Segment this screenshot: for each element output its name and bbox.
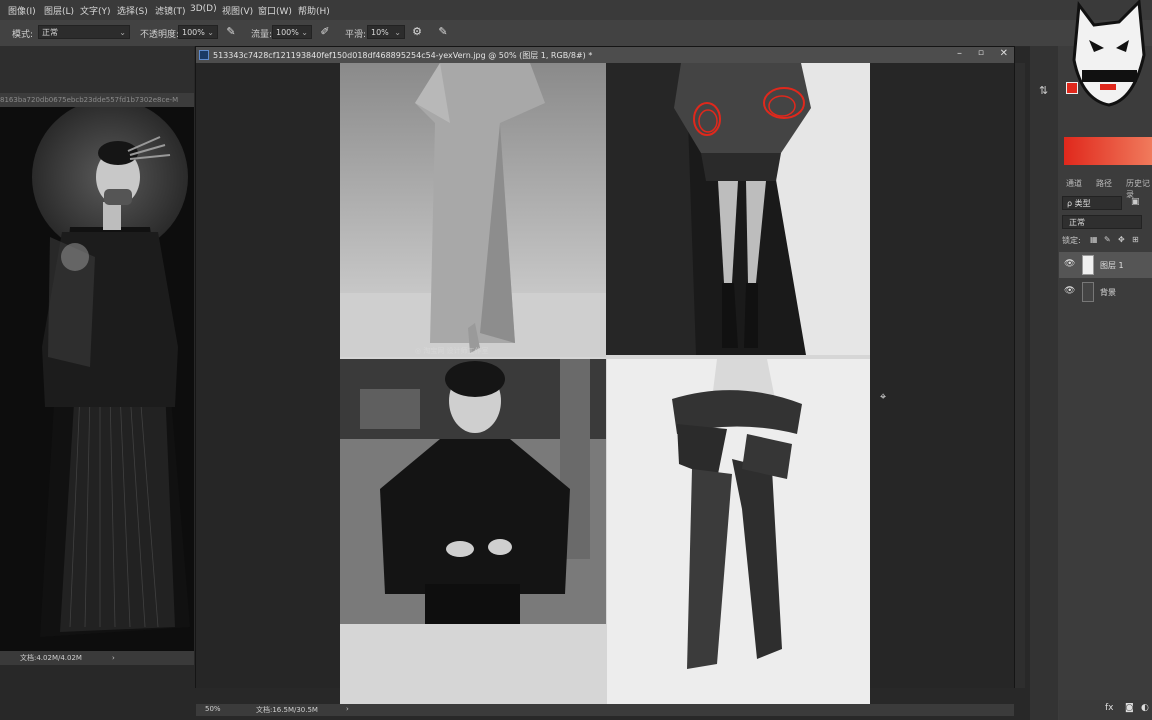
gear-icon[interactable]: ⚙ bbox=[410, 25, 424, 39]
pressure-size-icon[interactable]: ✎ bbox=[436, 25, 450, 39]
runway-bomber-illustration bbox=[606, 63, 870, 355]
flow-label: 流量: bbox=[251, 30, 273, 40]
flow-field[interactable]: 100% ⌄ bbox=[272, 25, 312, 39]
left-status-text: 文档:4.02M/4.02M bbox=[20, 654, 82, 662]
layer-name: 图层 1 bbox=[1100, 261, 1124, 270]
adjust-icon[interactable]: ⇅ bbox=[1039, 84, 1048, 97]
eye-icon[interactable]: 👁 bbox=[1064, 259, 1075, 269]
menu-layer[interactable]: 图层(L) bbox=[44, 4, 74, 17]
photo-watermark: ◎ 淘宝网 设计师工作室 bbox=[415, 347, 489, 355]
layer-row[interactable]: 👁 图层 1 bbox=[1059, 252, 1152, 278]
photo-fur-cape bbox=[340, 359, 606, 624]
chevron-right-icon[interactable]: › bbox=[346, 705, 349, 713]
opacity-label: 不透明度: bbox=[140, 30, 180, 40]
options-bar: 模式: 正常 ⌄ 不透明度: 100% ⌄ ✎ 流量: 100% ⌄ ✐ 平滑: 10… bbox=[0, 20, 1152, 47]
layer-thumbnail bbox=[1082, 282, 1094, 302]
fx-icon[interactable]: fx bbox=[1105, 703, 1114, 713]
opacity-value: 100% bbox=[182, 28, 205, 37]
chevron-down-icon: ⌄ bbox=[119, 28, 126, 37]
doc-size-status: 文档:16.5M/30.5M bbox=[256, 706, 318, 714]
runway-model-illustration bbox=[0, 107, 194, 651]
chevron-down-icon: ⌄ bbox=[301, 28, 308, 37]
menu-image[interactable]: 图像(I) bbox=[8, 4, 36, 17]
color-ramp[interactable] bbox=[1064, 137, 1152, 165]
menu-select[interactable]: 选择(S) bbox=[117, 4, 148, 17]
flow-value: 100% bbox=[276, 28, 299, 37]
main-document-titlebar[interactable]: 513343c7428cf121193840fef150d018df468895… bbox=[196, 47, 1014, 63]
lock-transparent-icon[interactable]: ▦ bbox=[1090, 235, 1098, 244]
fur-cape-illustration bbox=[340, 359, 606, 624]
menu-window[interactable]: 窗口(W) bbox=[258, 4, 292, 17]
smooth-label: 平滑: bbox=[345, 30, 367, 40]
tab-paths[interactable]: 路径 bbox=[1096, 178, 1112, 189]
document-canvas[interactable]: ◎ 淘宝网 设计师工作室 bbox=[340, 63, 870, 704]
minimize-icon[interactable]: – bbox=[957, 48, 962, 59]
document-title: 513343c7428cf121193840fef150d018df468895… bbox=[213, 51, 593, 60]
layer-filter-dropdown[interactable]: ρ 类型 bbox=[1062, 196, 1122, 210]
menu-help[interactable]: 帮助(H) bbox=[298, 4, 330, 17]
lock-artboard-icon[interactable]: ⊞ bbox=[1132, 235, 1139, 244]
photo-runway-bomber bbox=[606, 63, 870, 355]
layer-name: 背景 bbox=[1100, 288, 1116, 297]
zoom-level[interactable]: 50% bbox=[205, 705, 221, 713]
lock-row: 锁定: ▦ ✎ ✥ ⊞ bbox=[1062, 235, 1152, 249]
smooth-value: 10% bbox=[371, 28, 389, 37]
maximize-icon[interactable]: ▫ bbox=[978, 48, 984, 58]
photoshop-doc-icon bbox=[199, 50, 209, 60]
lock-label: 锁定: bbox=[1062, 236, 1081, 245]
opacity-field[interactable]: 100% ⌄ bbox=[178, 25, 218, 39]
menu-view[interactable]: 视图(V) bbox=[222, 4, 253, 17]
chevron-right-icon[interactable]: › bbox=[112, 651, 115, 665]
layer-thumbnail bbox=[1082, 255, 1094, 275]
menu-3d[interactable]: 3D(D) bbox=[190, 4, 217, 14]
layer-filter-label: ρ 类型 bbox=[1067, 199, 1091, 208]
lock-paint-icon[interactable]: ✎ bbox=[1104, 235, 1111, 244]
chevron-down-icon: ⌄ bbox=[207, 28, 214, 37]
menu-bar: 图像(I) 图层(L) 文字(Y) 选择(S) 滤镜(T) 3D(D) 视图(V… bbox=[0, 0, 1152, 20]
image-filter-icon[interactable]: ▣ bbox=[1131, 197, 1140, 207]
pressure-opacity-icon[interactable]: ✎ bbox=[224, 25, 238, 39]
eye-icon[interactable]: 👁 bbox=[1064, 286, 1075, 296]
trench-coat-illustration bbox=[340, 63, 606, 357]
airbrush-icon[interactable]: ✐ bbox=[318, 25, 332, 39]
adjustment-layer-icon[interactable]: ◐ bbox=[1141, 703, 1149, 713]
tab-channels[interactable]: 通道 bbox=[1066, 178, 1082, 189]
left-document-tab[interactable]: 8163ba720db0675ebcb23dde557fd1b7302e8ce-… bbox=[0, 93, 194, 107]
mode-value: 正常 bbox=[42, 28, 58, 37]
main-document-status-bar: 50% 文档:16.5M/30.5M › bbox=[196, 704, 1014, 716]
photo-scarf bbox=[607, 359, 870, 704]
left-document-status: 文档:4.02M/4.02M › bbox=[0, 651, 194, 665]
blend-mode-value: 正常 bbox=[1069, 218, 1085, 227]
menu-type[interactable]: 文字(Y) bbox=[80, 4, 111, 17]
blend-mode-dropdown[interactable]: 正常 bbox=[1062, 215, 1142, 229]
lock-move-icon[interactable]: ✥ bbox=[1118, 235, 1125, 244]
avatar bbox=[1064, 0, 1152, 130]
scarf-illustration bbox=[607, 359, 870, 704]
foreground-color-swatch[interactable] bbox=[1066, 82, 1078, 94]
mode-dropdown[interactable]: 正常 ⌄ bbox=[38, 25, 130, 39]
mask-icon[interactable]: ◙ bbox=[1125, 703, 1134, 713]
photo-trench-coat bbox=[340, 63, 606, 357]
panel-icon-strip: ⇅ bbox=[1030, 46, 1058, 720]
left-document-photo bbox=[0, 107, 194, 651]
vertical-scrollbar[interactable] bbox=[1015, 63, 1025, 688]
mode-label: 模式: bbox=[12, 30, 34, 40]
close-icon[interactable]: ✕ bbox=[1000, 48, 1008, 59]
cat-mascot-icon bbox=[1072, 0, 1146, 107]
menu-filter[interactable]: 滤镜(T) bbox=[155, 4, 186, 17]
layer-row[interactable]: 👁 背景 bbox=[1059, 279, 1152, 305]
crosshair-cursor-icon: ⌖ bbox=[880, 390, 887, 403]
smooth-field[interactable]: 10% ⌄ bbox=[367, 25, 405, 39]
chevron-down-icon: ⌄ bbox=[394, 28, 401, 37]
layers-footer: fx ◙ ◐ bbox=[1059, 700, 1152, 720]
